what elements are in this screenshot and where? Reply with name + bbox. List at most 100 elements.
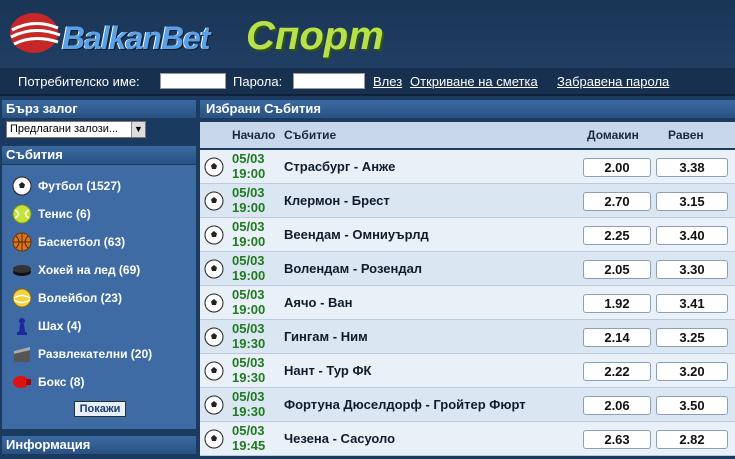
odd-home-button[interactable]: 2.22 bbox=[583, 362, 651, 381]
sidebar-item-tennis[interactable]: Тенис (6) bbox=[12, 203, 91, 225]
chevron-down-icon[interactable]: ▼ bbox=[131, 122, 145, 137]
event-datetime: 05/03 19:45 bbox=[232, 423, 266, 453]
col-event: Събитие bbox=[284, 128, 337, 142]
odd-home-button[interactable]: 2.14 bbox=[583, 328, 651, 347]
table-row: 05/03 19:00 Клермон - Брест 2.70 3.15 bbox=[200, 184, 735, 218]
sports-list: Футбол (1527) Тенис (6) Баскетбол (63) Х… bbox=[2, 165, 196, 429]
event-name[interactable]: Фортуна Дюселдорф - Гройтер Фюрт bbox=[284, 397, 526, 412]
football-icon bbox=[204, 157, 224, 177]
sidebar-item-label: Баскетбол (63) bbox=[38, 235, 126, 249]
odd-draw-button[interactable]: 3.38 bbox=[656, 158, 728, 177]
event-datetime: 05/03 19:00 bbox=[232, 219, 266, 249]
odd-home-button[interactable]: 2.25 bbox=[583, 226, 651, 245]
sidebar-item-hockey[interactable]: Хокей на лед (69) bbox=[12, 259, 140, 281]
odd-home-button[interactable]: 2.70 bbox=[583, 192, 651, 211]
odd-draw-button[interactable]: 3.40 bbox=[656, 226, 728, 245]
sidebar-item-label: Волейбол (23) bbox=[38, 291, 122, 305]
sidebar-item-basketball[interactable]: Баскетбол (63) bbox=[12, 231, 125, 253]
table-row: 05/03 19:00 Страсбург - Анже 2.00 3.38 bbox=[200, 150, 735, 184]
featured-events-panel: Избрани Събития Начало Събитие Домакин Р… bbox=[200, 98, 735, 459]
info-title[interactable]: Информация bbox=[2, 436, 196, 454]
event-datetime: 05/03 19:30 bbox=[232, 355, 266, 385]
col-start: Начало bbox=[232, 128, 276, 142]
login-link[interactable]: Влез bbox=[373, 74, 402, 89]
table-row: 05/03 19:30 Фортуна Дюселдорф - Гройтер Ф… bbox=[200, 388, 735, 422]
event-name[interactable]: Нант - Тур ФК bbox=[284, 363, 371, 378]
brand-logo-text[interactable]: BalkanBet bbox=[62, 20, 210, 57]
username-label: Потребителско име: bbox=[18, 74, 140, 89]
globe-logo-icon bbox=[10, 13, 61, 53]
forgot-password-link[interactable]: Забравена парола bbox=[557, 74, 669, 89]
event-name[interactable]: Аячо - Ван bbox=[284, 295, 353, 310]
odd-draw-button[interactable]: 2.82 bbox=[656, 430, 728, 449]
odd-draw-button[interactable]: 3.30 bbox=[656, 260, 728, 279]
password-label: Парола: bbox=[233, 74, 283, 89]
username-input[interactable] bbox=[160, 73, 226, 89]
table-row: 05/03 19:45 Чезена - Сасуоло 2.63 2.82 bbox=[200, 422, 735, 456]
sidebar-item-volleyball[interactable]: Волейбол (23) bbox=[12, 287, 122, 309]
event-name[interactable]: Волендам - Розендал bbox=[284, 261, 422, 276]
event-datetime: 05/03 19:30 bbox=[232, 321, 266, 351]
event-datetime: 05/03 19:00 bbox=[232, 151, 266, 181]
event-datetime: 05/03 19:00 bbox=[232, 287, 266, 317]
event-datetime: 05/03 19:30 bbox=[232, 389, 266, 419]
sidebar-item-label: Хокей на лед (69) bbox=[38, 263, 141, 277]
sidebar-item-chess[interactable]: Шах (4) bbox=[12, 315, 81, 337]
tennis-icon bbox=[12, 204, 32, 224]
odd-draw-button[interactable]: 3.15 bbox=[656, 192, 728, 211]
boxing-glove-icon bbox=[13, 376, 31, 388]
table-row: 05/03 19:30 Нант - Тур ФК 2.22 3.20 bbox=[200, 354, 735, 388]
login-bar: Потребителско име: Парола: Влез Откриван… bbox=[0, 68, 735, 96]
sidebar-item-label: Бокс (8) bbox=[38, 375, 85, 389]
odd-home-button[interactable]: 2.63 bbox=[583, 430, 651, 449]
open-account-link[interactable]: Откриване на сметка bbox=[410, 74, 538, 89]
odd-home-button[interactable]: 2.06 bbox=[583, 396, 651, 415]
event-datetime: 05/03 19:00 bbox=[232, 253, 266, 283]
football-icon bbox=[204, 293, 224, 313]
featured-events-title: Избрани Събития bbox=[200, 100, 735, 118]
football-icon bbox=[204, 361, 224, 381]
football-icon bbox=[204, 259, 224, 279]
event-name[interactable]: Страсбург - Анже bbox=[284, 159, 395, 174]
event-name[interactable]: Чезена - Сасуоло bbox=[284, 431, 395, 446]
entertainment-icon bbox=[14, 347, 30, 362]
table-row: 05/03 19:30 Гингам - Ним 2.14 3.25 bbox=[200, 320, 735, 354]
col-home: Домакин bbox=[587, 128, 639, 142]
event-name[interactable]: Веендам - Омниуърлд bbox=[284, 227, 429, 242]
football-icon bbox=[204, 225, 224, 245]
basketball-icon bbox=[12, 232, 32, 252]
odd-draw-button[interactable]: 3.20 bbox=[656, 362, 728, 381]
events-table-header: Начало Събитие Домакин Равен bbox=[200, 122, 735, 148]
event-name[interactable]: Гингам - Ним bbox=[284, 329, 368, 344]
quick-bet-select-value: Предлагани залози... bbox=[10, 123, 119, 135]
password-input[interactable] bbox=[293, 73, 365, 89]
quick-bet-select[interactable]: Предлагани залози... ▼ bbox=[6, 121, 146, 138]
odd-draw-button[interactable]: 3.41 bbox=[656, 294, 728, 313]
volleyball-icon bbox=[12, 288, 32, 308]
show-button[interactable]: Покажи bbox=[74, 401, 126, 417]
chess-pawn-icon bbox=[17, 318, 27, 335]
sidebar-item-entertainment[interactable]: Развлекателни (20) bbox=[12, 343, 152, 365]
table-row: 05/03 19:00 Волендам - Розендал 2.05 3.30 bbox=[200, 252, 735, 286]
odd-home-button[interactable]: 2.00 bbox=[583, 158, 651, 177]
odd-home-button[interactable]: 2.05 bbox=[583, 260, 651, 279]
quick-bet-title: Бърз залог bbox=[2, 100, 196, 118]
sidebar-item-label: Развлекателни (20) bbox=[38, 347, 153, 361]
sidebar-item-label: Тенис (6) bbox=[38, 207, 91, 221]
sidebar-item-label: Шах (4) bbox=[38, 319, 82, 333]
football-icon bbox=[204, 191, 224, 211]
sidebar-item-football[interactable]: Футбол (1527) bbox=[12, 175, 121, 197]
odd-draw-button[interactable]: 3.50 bbox=[656, 396, 728, 415]
odd-home-button[interactable]: 1.92 bbox=[583, 294, 651, 313]
football-icon bbox=[204, 395, 224, 415]
football-icon bbox=[12, 176, 32, 196]
odd-draw-button[interactable]: 3.25 bbox=[656, 328, 728, 347]
event-datetime: 05/03 19:00 bbox=[232, 185, 266, 215]
sidebar-item-boxing[interactable]: Бокс (8) bbox=[12, 371, 84, 393]
table-row: 05/03 19:00 Аячо - Ван 1.92 3.41 bbox=[200, 286, 735, 320]
sidebar: Бърз залог Предлагани залози... ▼ Събити… bbox=[0, 98, 198, 459]
event-name[interactable]: Клермон - Брест bbox=[284, 193, 390, 208]
sidebar-item-label: Футбол (1527) bbox=[38, 179, 122, 193]
football-icon bbox=[204, 327, 224, 347]
col-draw: Равен bbox=[668, 128, 704, 142]
